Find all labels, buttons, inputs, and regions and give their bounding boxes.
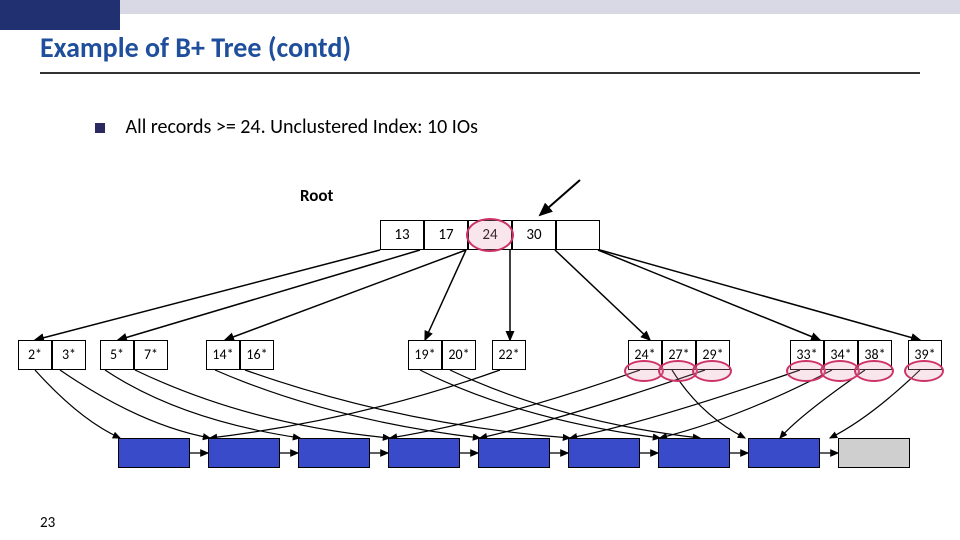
data-page bbox=[208, 438, 280, 468]
root-key: 13 bbox=[380, 220, 424, 250]
data-page bbox=[118, 438, 190, 468]
highlight-oval bbox=[466, 218, 514, 252]
leaf-key: 7* bbox=[134, 340, 168, 370]
root-key: 30 bbox=[512, 220, 556, 250]
slide-number: 23 bbox=[40, 514, 55, 532]
leaf-key: 20* bbox=[442, 340, 476, 370]
data-page bbox=[568, 438, 640, 468]
data-page-empty bbox=[838, 438, 910, 468]
data-page bbox=[658, 438, 730, 468]
leaf-key: 22* bbox=[492, 340, 526, 370]
data-page bbox=[388, 438, 460, 468]
leaf-key: 14* bbox=[206, 340, 240, 370]
data-page bbox=[748, 438, 820, 468]
title-underline bbox=[40, 72, 920, 74]
bullet-square-icon bbox=[95, 123, 105, 133]
leaf-key: 19* bbox=[408, 340, 442, 370]
leaf-key: 5* bbox=[100, 340, 134, 370]
leaf-key: 3* bbox=[52, 340, 86, 370]
highlight-oval bbox=[854, 360, 894, 382]
bullet-line: All records >= 24. Unclustered Index: 10… bbox=[95, 115, 478, 139]
diagram-stage: Root 13 17 24 30 2* 3* 5* 7* 14* 16* 19*… bbox=[0, 170, 960, 490]
root-label: Root bbox=[300, 185, 333, 206]
root-empty-slot bbox=[556, 220, 600, 250]
highlight-oval bbox=[904, 360, 944, 382]
data-page bbox=[298, 438, 370, 468]
bullet-text: All records >= 24. Unclustered Index: 10… bbox=[126, 115, 478, 139]
leaf-key: 16* bbox=[240, 340, 274, 370]
highlight-oval bbox=[692, 360, 732, 382]
slide-accent-tab bbox=[0, 0, 120, 30]
leaf-key: 2* bbox=[18, 340, 52, 370]
root-key: 17 bbox=[424, 220, 468, 250]
slide-top-bar bbox=[0, 0, 960, 14]
slide-title: Example of B+ Tree (contd) bbox=[40, 30, 351, 65]
data-page bbox=[478, 438, 550, 468]
